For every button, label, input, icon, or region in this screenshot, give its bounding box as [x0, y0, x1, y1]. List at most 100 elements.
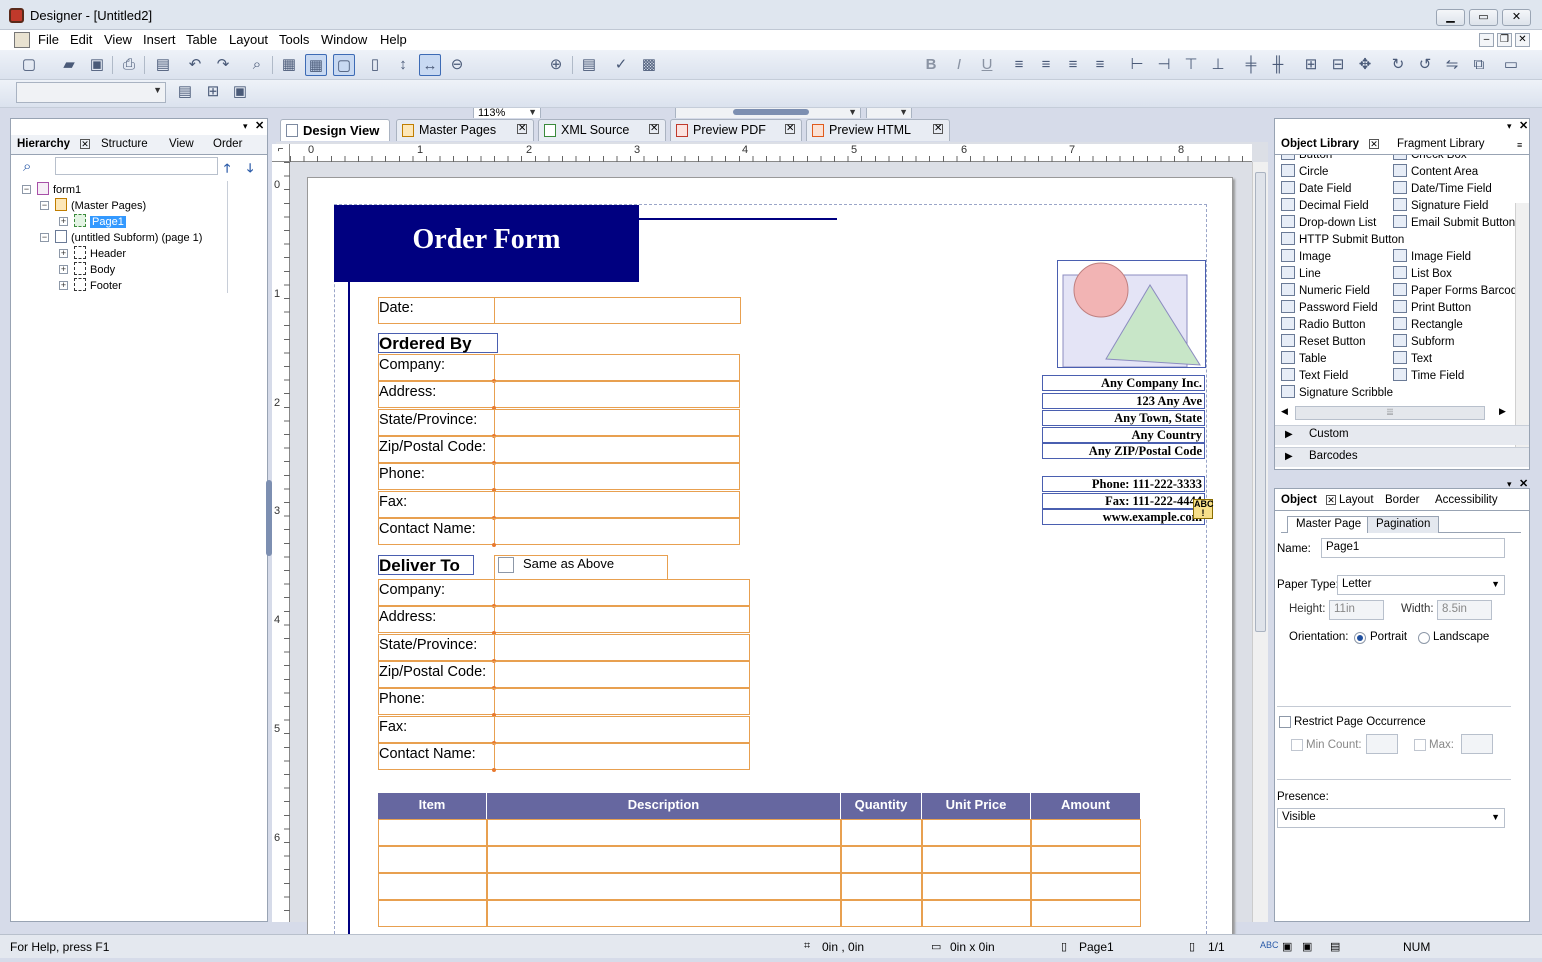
table-cell[interactable]: [1031, 873, 1141, 900]
panel-menu-icon[interactable]: ▾: [1507, 121, 1512, 132]
distribute-icon[interactable]: ⊞: [1300, 54, 1322, 76]
company-fax[interactable]: Fax: 111-222-4444: [1042, 493, 1205, 509]
library-item-date-time-field[interactable]: Date/Time Field: [1393, 181, 1492, 195]
logo-image[interactable]: [1057, 260, 1206, 368]
fit-height-icon[interactable]: ↕: [392, 54, 414, 76]
align-top-icon[interactable]: ⊤: [1180, 54, 1202, 76]
col-header-item[interactable]: Item: [378, 793, 487, 819]
date-field[interactable]: [378, 297, 741, 324]
library-item-check-box[interactable]: Check Box: [1393, 155, 1467, 161]
max-input[interactable]: [1461, 734, 1493, 754]
table-cell[interactable]: [922, 900, 1031, 927]
library-item-time-field[interactable]: Time Field: [1393, 368, 1464, 382]
panel-close-icon[interactable]: ✕: [1519, 477, 1528, 490]
page-icon[interactable]: ▯: [364, 54, 386, 76]
library-item-drop-down-list[interactable]: Drop-down List: [1281, 215, 1376, 229]
subtab-pagination[interactable]: Pagination: [1367, 516, 1440, 533]
width-input[interactable]: 8.5in: [1437, 600, 1492, 620]
table-cell[interactable]: [1031, 819, 1141, 846]
bold-icon[interactable]: B: [920, 54, 942, 76]
same-as-above-checkbox[interactable]: [498, 557, 514, 573]
distribute-v-icon[interactable]: ⊟: [1327, 54, 1349, 76]
form-title[interactable]: Order Form: [334, 205, 639, 282]
tree-node-body[interactable]: Body: [74, 262, 115, 276]
scroll-right-icon[interactable]: ▶: [1499, 406, 1506, 417]
image-icon[interactable]: ▩: [638, 54, 660, 76]
align-right-icon[interactable]: ≡: [1062, 54, 1084, 76]
menu-window[interactable]: Window: [321, 32, 367, 47]
library-item-numeric-field[interactable]: Numeric Field: [1281, 283, 1370, 297]
warnings-icon[interactable]: ▣: [1282, 940, 1292, 953]
list-menu-icon[interactable]: ≡: [1517, 140, 1522, 150]
fit-width-icon[interactable]: ↔: [419, 54, 441, 76]
table-cell[interactable]: [487, 873, 841, 900]
delete-page-icon[interactable]: ▣: [229, 81, 251, 103]
col-header-description[interactable]: Description: [487, 793, 841, 819]
undo-icon[interactable]: ↶: [184, 54, 206, 76]
library-item-content-area[interactable]: Content Area: [1393, 164, 1478, 178]
tree-expand-icon[interactable]: +: [59, 249, 68, 258]
library-item-subform[interactable]: Subform: [1393, 334, 1454, 348]
zoom-in-icon[interactable]: ⊕: [545, 54, 567, 76]
panel-menu-icon[interactable]: ▾: [243, 121, 248, 132]
order-table[interactable]: Item Description Quantity Unit Price Amo…: [378, 793, 1141, 953]
col-header-unit-price[interactable]: Unit Price: [922, 793, 1031, 819]
menu-edit[interactable]: Edit: [70, 32, 92, 47]
tab-close-icon[interactable]: ✕: [80, 139, 90, 149]
tree-collapse-icon[interactable]: −: [40, 233, 49, 242]
align-bottom-icon[interactable]: ⊥: [1207, 54, 1229, 76]
tree-node-page1[interactable]: Page1: [74, 214, 126, 228]
script-select[interactable]: ▼: [16, 82, 166, 103]
landscape-radio[interactable]: [1418, 632, 1430, 644]
minimize-button[interactable]: ▁: [1436, 9, 1465, 26]
tree-node-master-pages[interactable]: (Master Pages): [55, 198, 146, 212]
library-item-circle[interactable]: Circle: [1281, 164, 1328, 178]
grid-icon[interactable]: ▦: [278, 54, 300, 76]
section-custom[interactable]: ▶ Custom: [1275, 425, 1529, 445]
tab-close-icon[interactable]: ✕: [1369, 139, 1379, 149]
table-cell[interactable]: [1031, 846, 1141, 873]
tab-border[interactable]: Border: [1385, 494, 1420, 506]
insert-page-icon[interactable]: ⊞: [202, 81, 224, 103]
menu-file[interactable]: File: [38, 32, 59, 47]
open-icon[interactable]: ▰: [58, 54, 80, 76]
library-item-paper-forms-barcode[interactable]: Paper Forms Barcode: [1393, 283, 1515, 297]
splitter-grip[interactable]: [733, 109, 809, 115]
library-item-password-field[interactable]: Password Field: [1281, 300, 1378, 314]
rotate-icon[interactable]: ↻: [1387, 54, 1409, 76]
menu-tools[interactable]: Tools: [279, 32, 309, 47]
company-phone[interactable]: Phone: 111-222-3333: [1042, 476, 1205, 492]
max-checkbox[interactable]: [1414, 739, 1426, 751]
library-item-http-submit-button[interactable]: HTTP Submit Button: [1281, 232, 1404, 246]
library-item-button[interactable]: Button: [1281, 155, 1332, 161]
library-item-image[interactable]: Image: [1281, 249, 1331, 263]
bindings-icon[interactable]: ▣: [1302, 940, 1312, 953]
company-town[interactable]: Any Town, State: [1042, 410, 1205, 426]
library-item-table[interactable]: Table: [1281, 351, 1327, 365]
tree-node-footer[interactable]: Footer: [74, 278, 122, 292]
library-item-line[interactable]: Line: [1281, 266, 1321, 280]
new-icon[interactable]: ▢: [18, 54, 40, 76]
name-input[interactable]: Page1: [1321, 538, 1505, 558]
ordered-by-header[interactable]: Ordered By: [378, 333, 498, 353]
align-left-edges-icon[interactable]: ⊢: [1126, 54, 1148, 76]
save-icon[interactable]: ▣: [86, 54, 108, 76]
close-icon[interactable]: ✕: [517, 124, 527, 134]
new-page-icon[interactable]: ▤: [174, 81, 196, 103]
canvas-scrollbar[interactable]: [1252, 162, 1268, 922]
tab-structure[interactable]: Structure: [101, 138, 148, 150]
height-input[interactable]: 11in: [1329, 600, 1384, 620]
spell-check-icon[interactable]: ✓: [610, 54, 632, 76]
tree-collapse-icon[interactable]: −: [40, 201, 49, 210]
table-cell[interactable]: [922, 873, 1031, 900]
deliver-to-field[interactable]: [378, 688, 750, 716]
menu-insert[interactable]: Insert: [143, 32, 176, 47]
tab-xml-source[interactable]: XML Source ✕: [538, 119, 666, 141]
close-icon[interactable]: ✕: [785, 124, 795, 134]
table-cell[interactable]: [378, 900, 487, 927]
find-icon[interactable]: ⌕: [246, 54, 268, 76]
table-cell[interactable]: [841, 900, 922, 927]
tab-object-library[interactable]: Object Library: [1281, 138, 1359, 150]
justify-icon[interactable]: ≡: [1089, 54, 1111, 76]
table-cell[interactable]: [487, 846, 841, 873]
